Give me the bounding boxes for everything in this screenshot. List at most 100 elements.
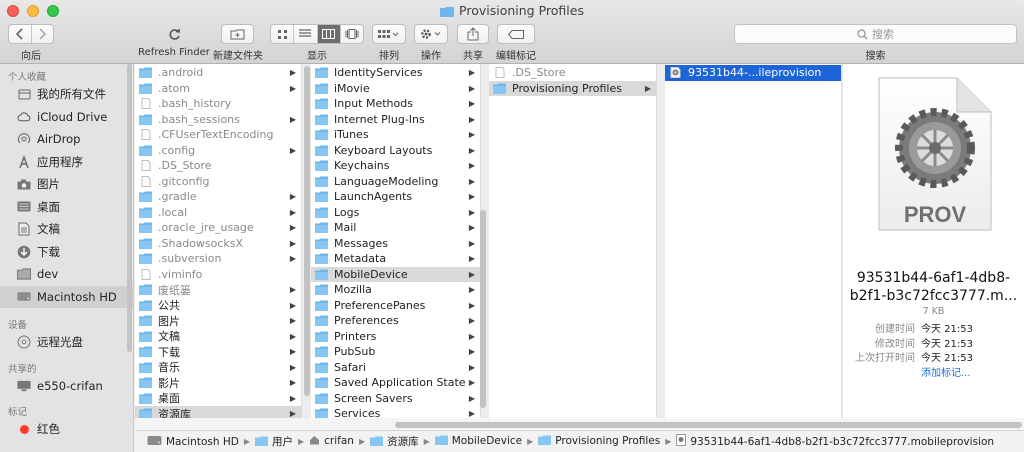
list-item[interactable]: .ShadowsocksX ▶ <box>135 236 301 252</box>
list-item[interactable]: iTunes ▶ <box>311 127 480 143</box>
column-library-scrollbar[interactable] <box>480 210 486 408</box>
path-item[interactable]: 93531b44-6af1-4db8-b2f1-b3c72fcc3777.mob… <box>676 434 994 449</box>
sidebar-favorite-9[interactable]: Macintosh HD <box>0 285 133 308</box>
path-item[interactable]: MobileDevice <box>434 435 522 448</box>
action-button[interactable] <box>414 24 448 44</box>
path-item[interactable]: Provisioning Profiles <box>538 435 660 448</box>
sidebar-shared-0[interactable]: e550-crifan <box>0 375 133 398</box>
list-item[interactable]: .bash_sessions ▶ <box>135 112 301 128</box>
list-item[interactable]: MobileDevice ▶ <box>311 266 480 282</box>
list-item[interactable]: .local ▶ <box>135 205 301 221</box>
list-item[interactable]: .subversion ▶ <box>135 251 301 267</box>
arrange-button[interactable] <box>372 24 406 44</box>
list-item[interactable]: 图片 ▶ <box>135 313 301 329</box>
list-item[interactable]: PubSub ▶ <box>311 344 480 360</box>
list-item[interactable]: iMovie ▶ <box>311 81 480 97</box>
sidebar-favorite-6[interactable]: 文稿 <box>0 218 133 241</box>
path-separator-icon: ▶ <box>297 437 305 446</box>
refresh-finder-button[interactable] <box>160 24 188 44</box>
list-item[interactable]: Mozilla ▶ <box>311 282 480 298</box>
list-item[interactable]: .oracle_jre_usage ▶ <box>135 220 301 236</box>
share-button[interactable] <box>457 24 489 44</box>
edit-tags-button[interactable] <box>497 24 535 44</box>
sidebar-favorite-3[interactable]: 应用程序 <box>0 151 133 174</box>
column-home-scrollbar[interactable] <box>304 66 310 396</box>
view-mode-control[interactable] <box>270 24 364 44</box>
list-item[interactable]: 音乐 ▶ <box>135 360 301 376</box>
list-item[interactable]: Messages ▶ <box>311 236 480 252</box>
sidebar-favorite-4[interactable]: 图片 <box>0 173 133 196</box>
sidebar-favorite-1[interactable]: iCloud Drive <box>0 106 133 129</box>
list-item[interactable]: 桌面 ▶ <box>135 391 301 407</box>
list-item[interactable]: .CFUserTextEncoding <box>135 127 301 143</box>
path-item[interactable]: 用户 <box>254 434 293 449</box>
list-item[interactable]: .DS_Store <box>489 65 656 81</box>
sidebar-scrollbar[interactable] <box>127 64 132 352</box>
item-name: .bash_history <box>158 97 232 111</box>
list-item[interactable]: 废纸篓 ▶ <box>135 282 301 298</box>
list-item[interactable]: Keyboard Layouts ▶ <box>311 143 480 159</box>
folder-icon <box>139 377 152 389</box>
list-item[interactable]: .DS_Store <box>135 158 301 174</box>
path-item[interactable]: Macintosh HD <box>147 435 239 449</box>
list-item[interactable]: Screen Savers ▶ <box>311 391 480 407</box>
list-item[interactable]: Provisioning Profiles ▶ <box>489 80 656 96</box>
list-item[interactable]: PreferencePanes ▶ <box>311 298 480 314</box>
file-icon <box>141 129 151 141</box>
sidebar-favorite-0[interactable]: 我的所有文件 <box>0 83 133 106</box>
disclosure-arrow-icon: ▶ <box>289 83 296 93</box>
list-item[interactable]: 93531b44-...ileprovision <box>665 65 841 81</box>
coverflow-view-button[interactable] <box>341 25 363 43</box>
sidebar-item-label: 远程光盘 <box>37 335 83 350</box>
folder-icon <box>315 114 328 125</box>
sidebar-device-0[interactable]: 远程光盘 <box>0 331 133 354</box>
search-input[interactable]: 搜索 <box>734 24 1017 44</box>
folder-icon <box>315 191 328 203</box>
new-folder-button[interactable] <box>221 24 254 44</box>
list-view-button[interactable] <box>294 25 318 43</box>
list-item[interactable]: Keychains ▶ <box>311 158 480 174</box>
horizontal-scrollbar[interactable] <box>395 422 1022 428</box>
sidebar-favorite-5[interactable]: 桌面 <box>0 196 133 219</box>
sidebar-favorite-2[interactable]: AirDrop <box>0 128 133 151</box>
list-item[interactable]: Preferences ▶ <box>311 313 480 329</box>
list-item[interactable]: 文稿 ▶ <box>135 329 301 345</box>
list-item[interactable]: Saved Application State ▶ <box>311 375 480 391</box>
back-button[interactable] <box>9 25 32 43</box>
list-item[interactable]: Printers ▶ <box>311 329 480 345</box>
column-view-button[interactable] <box>317 25 341 43</box>
sidebar-favorite-7[interactable]: 下载 <box>0 241 133 264</box>
list-item[interactable]: Mail ▶ <box>311 220 480 236</box>
forward-button[interactable] <box>32 25 54 43</box>
list-item[interactable]: Input Methods ▶ <box>311 96 480 112</box>
item-name: 下载 <box>158 345 180 359</box>
disclosure-arrow-icon: ▶ <box>468 269 475 279</box>
list-item[interactable]: LanguageModeling ▶ <box>311 174 480 190</box>
list-item[interactable]: .config ▶ <box>135 143 301 159</box>
icon-view-button[interactable] <box>271 25 295 43</box>
list-item[interactable]: .bash_history <box>135 96 301 112</box>
list-item[interactable]: 下载 ▶ <box>135 344 301 360</box>
list-item[interactable]: .atom ▶ <box>135 81 301 97</box>
folder-icon <box>315 362 328 373</box>
list-item[interactable]: Metadata ▶ <box>311 251 480 267</box>
path-item[interactable]: crifan <box>309 435 354 448</box>
list-item[interactable]: .gitconfig <box>135 174 301 190</box>
add-tags-link[interactable]: 添加标记... <box>921 364 971 379</box>
item-name: Internet Plug-Ins <box>334 112 425 126</box>
sidebar-favorite-8[interactable]: dev <box>0 263 133 286</box>
list-item[interactable]: .gradle ▶ <box>135 189 301 205</box>
list-item[interactable]: LaunchAgents ▶ <box>311 189 480 205</box>
list-item[interactable]: .viminfo <box>135 267 301 283</box>
list-item[interactable]: Safari ▶ <box>311 360 480 376</box>
list-item[interactable]: .android ▶ <box>135 65 301 81</box>
list-item[interactable]: 公共 ▶ <box>135 298 301 314</box>
path-item[interactable]: 资源库 <box>370 434 419 449</box>
list-item[interactable]: Internet Plug-Ins ▶ <box>311 112 480 128</box>
back-forward-control[interactable] <box>8 24 54 44</box>
disclosure-arrow-icon: ▶ <box>468 393 475 403</box>
list-item[interactable]: IdentityServices ▶ <box>311 65 480 81</box>
list-item[interactable]: Logs ▶ <box>311 205 480 221</box>
list-item[interactable]: 影片 ▶ <box>135 375 301 391</box>
sidebar-tag-0[interactable]: 红色 <box>0 418 133 441</box>
